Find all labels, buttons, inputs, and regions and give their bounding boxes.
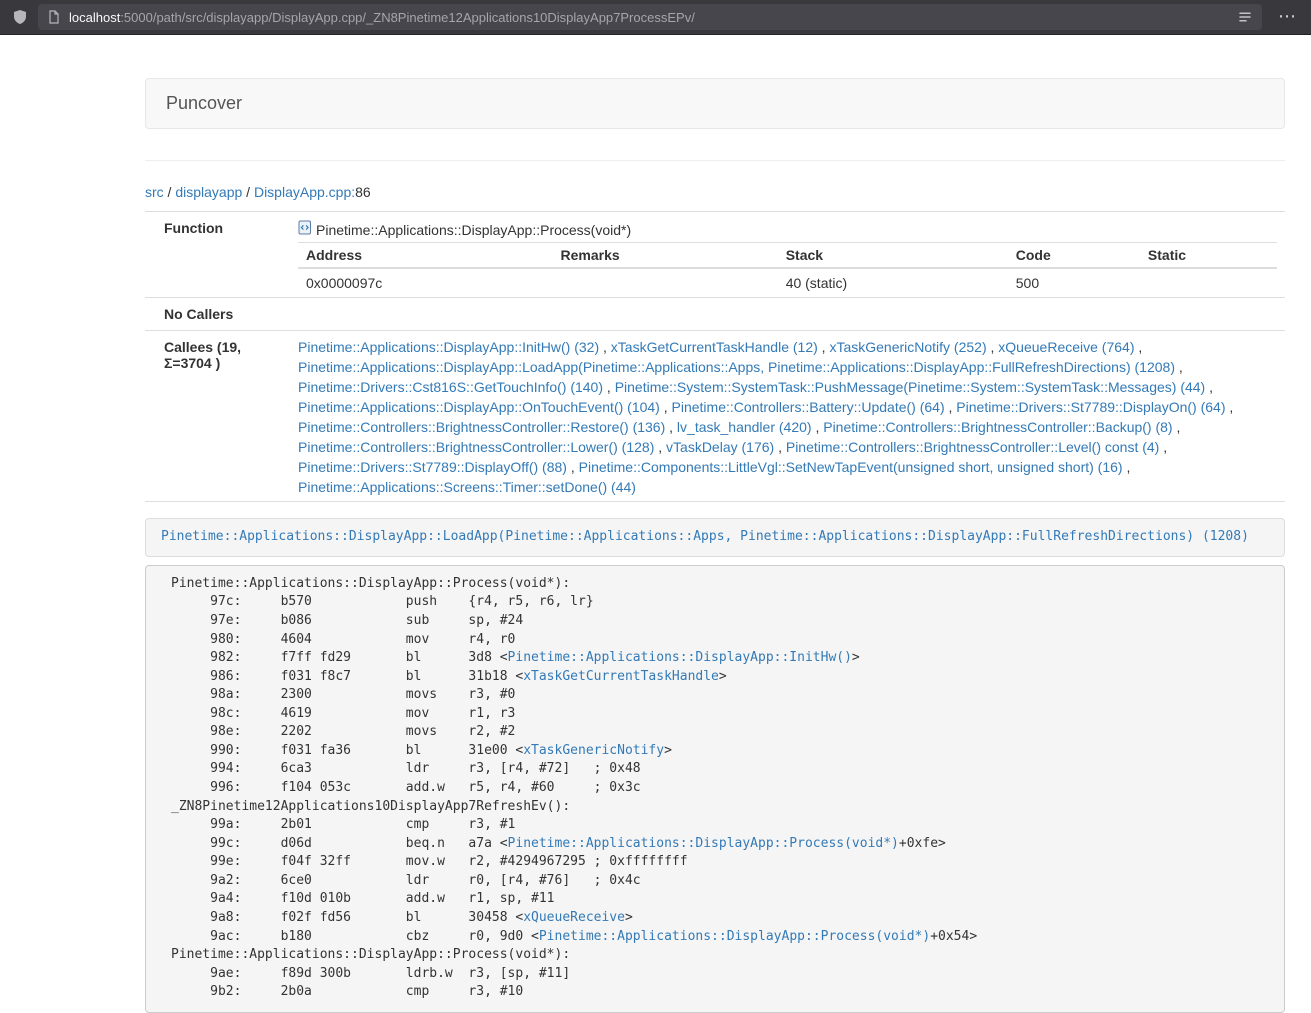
metrics-value-row: 0x0000097c 40 (static)500 — [298, 268, 1277, 295]
breadcrumb-link-src[interactable]: src — [145, 184, 164, 200]
no-callers-cell — [290, 298, 1285, 331]
callee-separator: , — [1159, 439, 1167, 455]
callee-separator: , — [660, 399, 672, 415]
callee-link[interactable]: Pinetime::Controllers::BrightnessControl… — [298, 439, 654, 455]
callee-separator: , — [945, 399, 957, 415]
function-icon — [298, 220, 312, 240]
callee-separator: , — [818, 339, 830, 355]
callee-separator: , — [1173, 419, 1181, 435]
breadcrumb: src / displayapp / DisplayApp.cpp:86 — [145, 182, 1285, 202]
row-label-function: Function — [145, 212, 290, 298]
breadcrumb-line-number: 86 — [355, 184, 371, 200]
callee-link[interactable]: Pinetime::Applications::DisplayApp::Load… — [298, 359, 1175, 375]
browser-chrome: localhost:5000/path/src/displayapp/Displ… — [0, 0, 1311, 35]
symbol-link[interactable]: Pinetime::Applications::DisplayApp::Proc… — [539, 929, 930, 944]
callee-separator: , — [1205, 379, 1213, 395]
symbol-panel-heading: Pinetime::Applications::DisplayApp::Load… — [145, 518, 1285, 557]
brand-link[interactable]: Puncover — [146, 93, 262, 114]
callee-separator: , — [812, 419, 824, 435]
metrics-value-code: 500 — [1008, 268, 1140, 295]
callee-link[interactable]: Pinetime::Components::LittleVgl::SetNewT… — [579, 459, 1123, 475]
disassembly-block: Pinetime::Applications::DisplayApp::Proc… — [145, 565, 1285, 1013]
callee-separator: , — [1226, 399, 1234, 415]
metrics-col-address: Address — [298, 243, 553, 269]
url-text: localhost:5000/path/src/displayapp/Displ… — [69, 10, 1230, 25]
breadcrumb-link-displayapp[interactable]: displayapp — [175, 184, 242, 200]
callee-link[interactable]: Pinetime::Controllers::BrightnessControl… — [823, 419, 1172, 435]
metrics-col-code: Code — [1008, 243, 1140, 269]
callee-separator: , — [774, 439, 786, 455]
url-path: :5000/path/src/displayapp/DisplayApp.cpp… — [120, 10, 695, 25]
metrics-value-static — [1140, 268, 1277, 295]
callee-link[interactable]: Pinetime::Controllers::BrightnessControl… — [298, 419, 665, 435]
callee-separator: , — [599, 339, 611, 355]
callee-link[interactable]: Pinetime::Applications::DisplayApp::OnTo… — [298, 399, 660, 415]
symbol-link[interactable]: Pinetime::Applications::DisplayApp::Proc… — [508, 836, 899, 851]
metrics-value-stack: 40 (static) — [778, 268, 1008, 295]
page-info-icon[interactable] — [48, 10, 60, 24]
breadcrumb-separator: / — [242, 184, 254, 200]
callee-link[interactable]: xTaskGetCurrentTaskHandle (12) — [611, 339, 818, 355]
symbol-link[interactable]: xTaskGenericNotify — [523, 743, 664, 758]
url-bar[interactable]: localhost:5000/path/src/displayapp/Displ… — [38, 4, 1262, 30]
callee-separator: , — [603, 379, 615, 395]
tracking-protection-shield-icon[interactable] — [12, 9, 28, 25]
function-name: Pinetime::Applications::DisplayApp::Proc… — [316, 220, 631, 240]
breadcrumb-link-file[interactable]: DisplayApp.cpp: — [254, 184, 355, 200]
callee-link[interactable]: Pinetime::Applications::Screens::Timer::… — [298, 479, 636, 495]
metrics-value-remarks — [553, 268, 778, 295]
divider — [145, 160, 1285, 161]
breadcrumb-separator: / — [164, 184, 176, 200]
callee-link[interactable]: Pinetime::Drivers::St7789::DisplayOff() … — [298, 459, 567, 475]
callee-link[interactable]: Pinetime::Controllers::Battery::Update()… — [672, 399, 945, 415]
callee-separator: , — [665, 419, 677, 435]
row-label-callees: Callees (19, Σ=3704 ) — [145, 331, 290, 502]
callees-cell: Pinetime::Applications::DisplayApp::Init… — [290, 331, 1285, 502]
symbol-link[interactable]: Pinetime::Applications::DisplayApp::Init… — [508, 650, 852, 665]
callee-link[interactable]: lv_task_handler (420) — [677, 419, 812, 435]
callee-link[interactable]: vTaskDelay (176) — [666, 439, 774, 455]
url-host: localhost — [69, 10, 120, 25]
callee-link[interactable]: Pinetime::System::SystemTask::PushMessag… — [615, 379, 1206, 395]
function-table: Function Pinetime::Applications::Display… — [145, 211, 1285, 502]
function-cell: Pinetime::Applications::DisplayApp::Proc… — [290, 212, 1285, 298]
page-container: Puncover src / displayapp / DisplayApp.c… — [145, 78, 1285, 1013]
overflow-menu-icon[interactable]: ⋯ — [1276, 8, 1299, 26]
symbol-link[interactable]: xTaskGetCurrentTaskHandle — [523, 669, 719, 684]
metrics-col-static: Static — [1140, 243, 1277, 269]
callees-row: Callees (19, Σ=3704 ) Pinetime::Applicat… — [145, 331, 1285, 502]
callee-separator: , — [1175, 359, 1183, 375]
callee-separator: , — [1134, 339, 1142, 355]
metrics-value-address: 0x0000097c — [298, 268, 553, 295]
metrics-col-remarks: Remarks — [553, 243, 778, 269]
app-navbar: Puncover — [145, 78, 1285, 129]
callee-link[interactable]: Pinetime::Drivers::Cst816S::GetTouchInfo… — [298, 379, 603, 395]
reader-view-icon[interactable] — [1238, 10, 1252, 24]
symbol-panel-link[interactable]: Pinetime::Applications::DisplayApp::Load… — [161, 529, 1249, 544]
callee-link[interactable]: xQueueReceive (764) — [998, 339, 1134, 355]
callee-link[interactable]: Pinetime::Drivers::St7789::DisplayOn() (… — [956, 399, 1225, 415]
row-label-no-callers: No Callers — [145, 298, 290, 331]
callee-separator: , — [987, 339, 999, 355]
function-row: Function Pinetime::Applications::Display… — [145, 212, 1285, 298]
callee-separator: , — [1123, 459, 1131, 475]
callee-link[interactable]: xTaskGenericNotify (252) — [829, 339, 986, 355]
callee-separator: , — [654, 439, 666, 455]
callee-separator: , — [567, 459, 579, 475]
function-title: Pinetime::Applications::DisplayApp::Proc… — [298, 220, 1277, 240]
metrics-col-stack: Stack — [778, 243, 1008, 269]
no-callers-row: No Callers — [145, 298, 1285, 331]
symbol-link[interactable]: xQueueReceive — [523, 910, 625, 925]
metrics-table: AddressRemarksStackCodeStatic 0x0000097c… — [298, 242, 1277, 295]
callee-link[interactable]: Pinetime::Controllers::BrightnessControl… — [786, 439, 1159, 455]
metrics-header-row: AddressRemarksStackCodeStatic — [298, 243, 1277, 269]
callee-link[interactable]: Pinetime::Applications::DisplayApp::Init… — [298, 339, 599, 355]
